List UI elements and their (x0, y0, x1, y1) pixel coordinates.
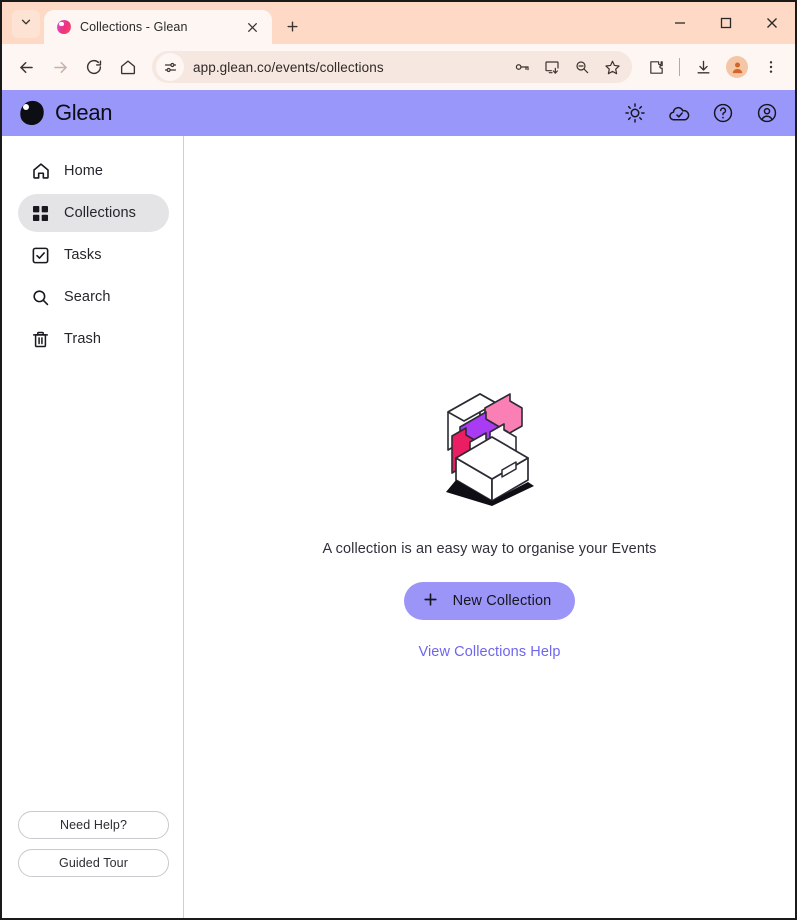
url-text[interactable]: app.glean.co/events/collections (186, 60, 506, 75)
avatar (726, 56, 748, 78)
window-controls (657, 2, 795, 44)
download-icon (697, 60, 709, 73)
reload-button[interactable] (78, 51, 110, 83)
browser-menu-button[interactable] (755, 51, 787, 83)
browser-tab[interactable]: Collections - Glean (44, 10, 272, 44)
tab-search-button[interactable] (12, 10, 40, 38)
brand[interactable]: Glean (17, 98, 113, 128)
sidebar-item-trash[interactable]: Trash (18, 320, 169, 358)
glean-favicon (55, 18, 73, 36)
sidebar-item-home[interactable]: Home (18, 152, 169, 190)
new-collection-button[interactable]: New Collection (403, 582, 576, 620)
sidebar-item-label: Home (64, 163, 104, 179)
reload-icon (86, 59, 102, 75)
empty-collections-filebox-illustration (445, 393, 534, 506)
sidebar: Home Collections Tasks Search Trash Need… (2, 136, 184, 918)
need-help-button[interactable]: Need Help? (18, 811, 169, 839)
sidebar-item-tasks[interactable]: Tasks (18, 236, 169, 274)
checkbox-icon (30, 245, 51, 266)
page-viewport: Glean Home Collections Tasks Search Tras… (2, 90, 795, 918)
search-icon (30, 287, 51, 308)
trash-icon (30, 329, 51, 350)
sidebar-item-label: Search (64, 289, 111, 305)
tab-title: Collections - Glean (80, 20, 188, 34)
view-collections-help-link[interactable]: View Collections Help (418, 644, 560, 660)
help-circle-icon[interactable] (711, 101, 735, 125)
person-icon (732, 62, 742, 73)
puzzle-icon (649, 60, 663, 74)
maximize-button[interactable] (703, 2, 749, 44)
plus-icon (286, 20, 298, 32)
extensions-button[interactable] (640, 51, 672, 83)
sidebar-item-label: Collections (64, 205, 137, 221)
address-bar[interactable]: app.glean.co/events/collections (152, 51, 632, 83)
close-window-button[interactable] (749, 2, 795, 44)
install-app-icon[interactable] (538, 53, 566, 81)
main-content: A collection is an easy way to organise … (184, 136, 795, 918)
new-collection-label: New Collection (452, 593, 552, 609)
minimize-icon (675, 22, 685, 24)
empty-state-message: A collection is an easy way to organise … (322, 541, 657, 557)
home-icon (30, 161, 51, 182)
brightness-icon[interactable] (623, 101, 647, 125)
account-circle-icon[interactable] (755, 101, 779, 125)
downloads-button[interactable] (687, 51, 719, 83)
glean-logo-mark (17, 98, 47, 128)
more-vertical-icon (769, 61, 773, 73)
home-icon (120, 60, 136, 75)
site-settings-button[interactable] (156, 53, 184, 81)
sidebar-item-label: Tasks (64, 247, 102, 263)
app-header: Glean (2, 90, 795, 136)
browser-toolbar: app.glean.co/events/collections (2, 44, 795, 90)
new-tab-button[interactable] (280, 14, 304, 38)
home-button[interactable] (112, 51, 144, 83)
minimize-button[interactable] (657, 2, 703, 44)
sidebar-item-collections[interactable]: Collections (18, 194, 169, 232)
sidebar-bottom-actions: Need Help? Guided Tour (18, 811, 169, 902)
back-button[interactable] (10, 51, 42, 83)
arrow-left-icon (19, 61, 33, 73)
tune-icon (164, 62, 176, 72)
chevron-down-icon (19, 15, 33, 34)
forward-button[interactable] (44, 51, 76, 83)
brand-name: Glean (55, 100, 113, 125)
profile-button[interactable] (721, 51, 753, 83)
browser-window: Collections - Glean app.glean.co/events/… (0, 0, 797, 920)
toolbar-divider (679, 58, 680, 76)
zoom-icon[interactable] (568, 53, 596, 81)
tab-strip: Collections - Glean (2, 2, 795, 44)
sidebar-nav: Home Collections Tasks Search Trash (18, 152, 169, 358)
close-icon (767, 18, 777, 28)
arrow-right-icon (53, 61, 67, 73)
cloud-check-icon[interactable] (667, 101, 691, 125)
plus-icon (422, 591, 439, 611)
grid-icon (30, 203, 51, 224)
close-icon[interactable] (240, 15, 264, 39)
header-actions (623, 101, 779, 125)
guided-tour-button[interactable]: Guided Tour (18, 849, 169, 877)
bookmark-star-icon[interactable] (598, 53, 626, 81)
sidebar-item-search[interactable]: Search (18, 278, 169, 316)
password-key-icon[interactable] (508, 53, 536, 81)
maximize-icon (720, 17, 732, 29)
sidebar-item-label: Trash (64, 331, 102, 347)
app-body: Home Collections Tasks Search Trash Need… (2, 136, 795, 918)
